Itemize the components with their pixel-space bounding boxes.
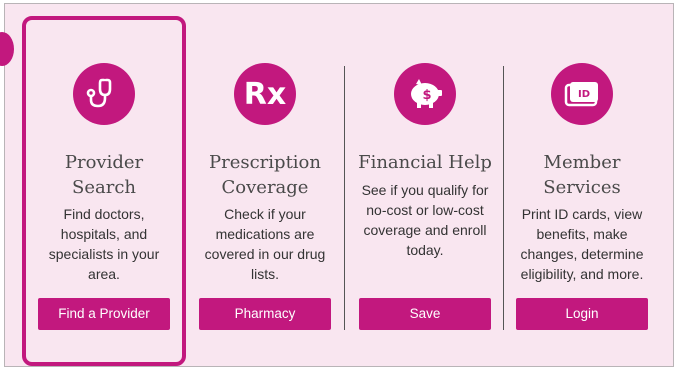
prescription-coverage-description: Check if your medications are covered in…	[186, 204, 344, 284]
piggy-bank-dollar-sign: $	[422, 88, 431, 103]
desc-line: covered in our drug	[204, 246, 326, 262]
desc-line: no-cost or low-cost	[366, 202, 484, 218]
rx-icon: Rx	[234, 63, 296, 125]
member-services-description: Print ID cards, view benefits, make chan…	[503, 204, 661, 284]
member-services-title-line2: Services	[543, 177, 621, 198]
desc-line: changes, determine	[520, 246, 644, 262]
desc-line: See if you qualify for	[361, 182, 489, 198]
piggy-bank-icon: $	[394, 63, 456, 125]
prescription-coverage-title-line2: Coverage	[221, 177, 309, 198]
pharmacy-button[interactable]: Pharmacy	[199, 298, 331, 330]
member-services-card: ID Member Services Print ID cards, view …	[503, 0, 661, 369]
financial-help-description: See if you qualify for no-cost or low-co…	[346, 180, 504, 260]
id-card-label: ID	[578, 89, 590, 100]
desc-line: today.	[406, 242, 444, 258]
desc-line: lists.	[251, 266, 279, 282]
desc-line: benefits, make	[536, 226, 628, 242]
provider-search-highlight-frame	[22, 16, 186, 366]
financial-help-title: Financial Help	[358, 152, 492, 173]
desc-line: Check if your	[224, 206, 306, 222]
column-divider	[344, 66, 345, 330]
rx-icon-label: Rx	[243, 76, 287, 112]
prescription-coverage-card: Rx Prescription Coverage Check if your m…	[186, 0, 344, 369]
login-button[interactable]: Login	[516, 298, 648, 330]
id-card-icon: ID	[551, 63, 613, 125]
desc-line: coverage and enroll	[363, 222, 487, 238]
desc-line: Print ID cards, view	[521, 206, 643, 222]
member-services-title-line1: Member	[543, 152, 621, 173]
desc-line: medications are	[215, 226, 315, 242]
financial-help-card: $ Financial Help See if you qualify for …	[346, 0, 504, 369]
save-button[interactable]: Save	[359, 298, 491, 330]
desc-line: eligibility, and more.	[520, 266, 644, 282]
prescription-coverage-title-line1: Prescription	[209, 152, 321, 173]
